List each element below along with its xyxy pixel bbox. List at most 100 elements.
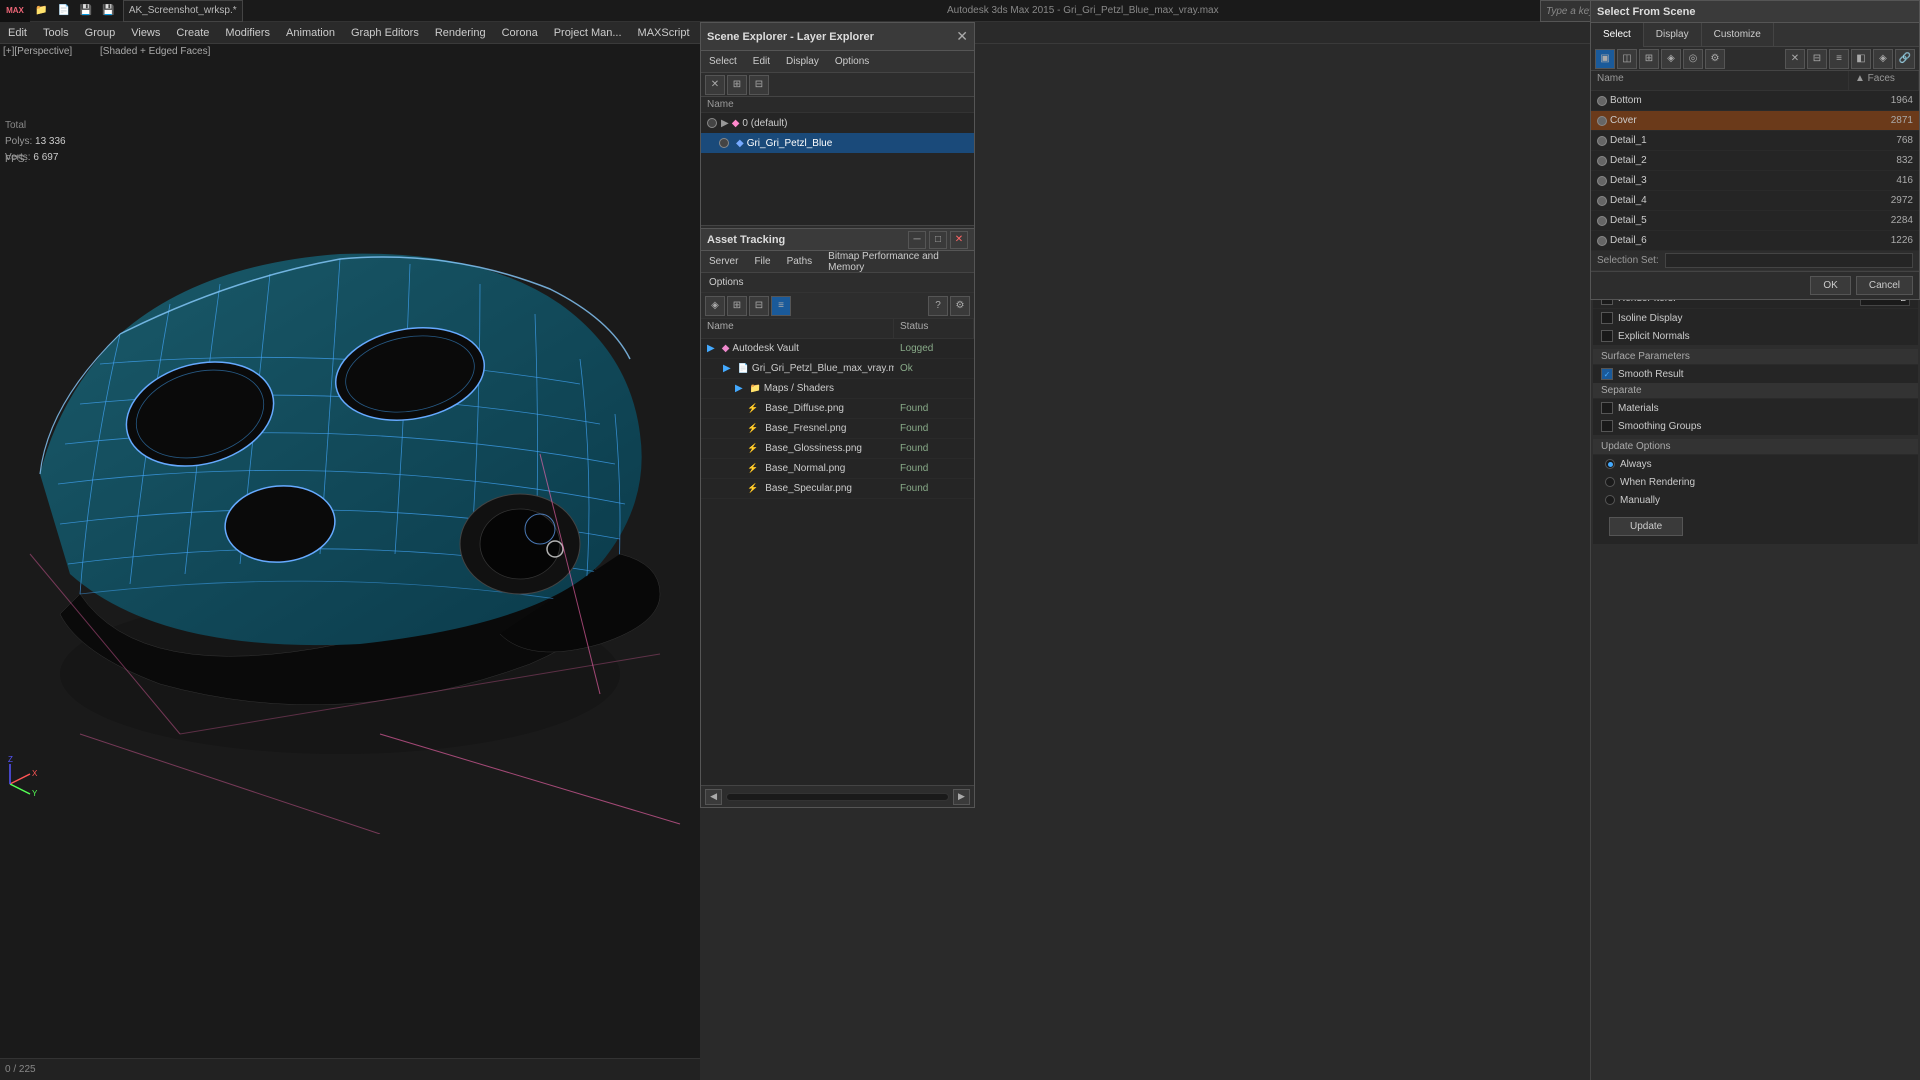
at-item-fresnel[interactable]: ⚡ Base_Fresnel.png Found bbox=[701, 419, 974, 439]
sfs-tab-display[interactable]: Display bbox=[1644, 23, 1702, 47]
se-menu-edit[interactable]: Edit bbox=[745, 51, 778, 73]
se-menu-select[interactable]: Select bbox=[701, 51, 745, 73]
se-tool-filter[interactable]: ✕ bbox=[705, 75, 725, 95]
at-item-vault[interactable]: ▶ ◆ Autodesk Vault Logged bbox=[701, 339, 974, 359]
toolbar-file-tab[interactable]: AK_Screenshot_wrksp.* bbox=[123, 0, 243, 22]
at-scrollbar[interactable] bbox=[726, 793, 949, 801]
at-item-diffuse-status: Found bbox=[894, 403, 974, 414]
sfs-item-detail1[interactable]: Detail_1 768 bbox=[1591, 131, 1919, 151]
menu-modifiers[interactable]: Modifiers bbox=[217, 22, 278, 44]
at-scroll-left[interactable]: ◀ bbox=[705, 789, 722, 805]
svg-text:Y: Y bbox=[32, 789, 38, 798]
sfs-tool-2[interactable]: ◫ bbox=[1617, 49, 1637, 69]
mod-manually-radio[interactable] bbox=[1605, 495, 1615, 505]
menu-edit[interactable]: Edit bbox=[0, 22, 35, 44]
sfs-tool-6[interactable]: ⚙ bbox=[1705, 49, 1725, 69]
toolbar-save-btn[interactable]: 💾 bbox=[97, 0, 119, 22]
sfs-search-btn[interactable]: ✕ bbox=[1785, 49, 1805, 69]
menu-maxscript[interactable]: MAXScript bbox=[630, 22, 698, 44]
sfs-pin-btn[interactable]: ◈ bbox=[1873, 49, 1893, 69]
se-object-grigri[interactable]: ◆ Gri_Gri_Petzl_Blue bbox=[701, 133, 974, 153]
sfs-collapse-btn[interactable]: ◧ bbox=[1851, 49, 1871, 69]
menu-graph-editors[interactable]: Graph Editors bbox=[343, 22, 427, 44]
at-options-label[interactable]: Options bbox=[709, 277, 743, 288]
menu-tools[interactable]: Tools bbox=[35, 22, 77, 44]
scene-explorer-close-btn[interactable]: ✕ bbox=[956, 28, 968, 45]
at-tool-help[interactable]: ? bbox=[928, 296, 948, 316]
sfs-item-detail4[interactable]: Detail_4 2972 bbox=[1591, 191, 1919, 211]
sfs-cancel-btn[interactable]: Cancel bbox=[1856, 276, 1913, 295]
sfs-item-bottom-dot bbox=[1597, 96, 1607, 106]
sfs-tab-select[interactable]: Select bbox=[1591, 23, 1644, 47]
menu-group[interactable]: Group bbox=[77, 22, 124, 44]
sfs-tab-customize[interactable]: Customize bbox=[1702, 23, 1774, 47]
at-item-maxfile-fileicon: 📄 bbox=[738, 363, 749, 374]
sfs-item-cover[interactable]: Cover 2871 bbox=[1591, 111, 1919, 131]
se-tool-expand[interactable]: ⊞ bbox=[727, 75, 747, 95]
at-tool-1[interactable]: ◈ bbox=[705, 296, 725, 316]
at-item-maps[interactable]: ▶ 📁 Maps / Shaders bbox=[701, 379, 974, 399]
mod-update-options-section: Update Options Always When Rendering Man… bbox=[1593, 439, 1918, 544]
se-layer-default[interactable]: ▶ ◆ 0 (default) bbox=[701, 113, 974, 133]
toolbar-open-btn[interactable]: 💾 bbox=[75, 0, 97, 22]
at-item-specular[interactable]: ⚡ Base_Specular.png Found bbox=[701, 479, 974, 499]
at-item-vault-marker: ◆ bbox=[722, 343, 730, 354]
sfs-tool-4[interactable]: ◈ bbox=[1661, 49, 1681, 69]
menu-project-man[interactable]: Project Man... bbox=[546, 22, 630, 44]
at-tool-2[interactable]: ⊞ bbox=[727, 296, 747, 316]
menu-corona[interactable]: Corona bbox=[494, 22, 546, 44]
at-menu-file[interactable]: File bbox=[746, 251, 778, 273]
at-tool-4[interactable]: ≡ bbox=[771, 296, 791, 316]
at-menu-paths[interactable]: Paths bbox=[779, 251, 821, 273]
at-item-fresnel-name: ⚡ Base_Fresnel.png bbox=[741, 423, 894, 434]
se-menu-options[interactable]: Options bbox=[827, 51, 877, 73]
at-maximize-btn[interactable]: □ bbox=[929, 231, 947, 249]
mod-smoothing-groups-checkbox[interactable] bbox=[1601, 420, 1613, 432]
se-tool-collapse[interactable]: ⊟ bbox=[749, 75, 769, 95]
mod-isoline-checkbox[interactable] bbox=[1601, 312, 1613, 324]
sfs-filter-btn[interactable]: ⊟ bbox=[1807, 49, 1827, 69]
mod-smooth-result-checkbox[interactable]: ✓ bbox=[1601, 368, 1613, 380]
menu-views[interactable]: Views bbox=[123, 22, 168, 44]
sfs-item-detail2[interactable]: Detail_2 832 bbox=[1591, 151, 1919, 171]
viewport-corner-label[interactable]: [+][Perspective] bbox=[3, 46, 72, 57]
sfs-tool-3[interactable]: ⊞ bbox=[1639, 49, 1659, 69]
mod-materials-checkbox[interactable] bbox=[1601, 402, 1613, 414]
sfs-selection-set-input[interactable] bbox=[1665, 253, 1913, 268]
sfs-item-bottom[interactable]: Bottom 1964 bbox=[1591, 91, 1919, 111]
sfs-tool-5[interactable]: ◎ bbox=[1683, 49, 1703, 69]
se-menu-display[interactable]: Display bbox=[778, 51, 827, 73]
mod-explicit-normals-checkbox[interactable] bbox=[1601, 330, 1613, 342]
at-close-btn[interactable]: ✕ bbox=[950, 231, 968, 249]
menu-rendering[interactable]: Rendering bbox=[427, 22, 494, 44]
sfs-item-detail1-count: 768 bbox=[1859, 135, 1919, 146]
mod-update-btn[interactable]: Update bbox=[1609, 517, 1683, 536]
mod-when-rendering-radio[interactable] bbox=[1605, 477, 1615, 487]
at-item-maxfile[interactable]: ▶ 📄 Gri_Gri_Petzl_Blue_max_vray.max Ok bbox=[701, 359, 974, 379]
at-tool-3[interactable]: ⊟ bbox=[749, 296, 769, 316]
sfs-item-cover-dot bbox=[1597, 116, 1607, 126]
at-menu-server[interactable]: Server bbox=[701, 251, 746, 273]
viewport-shading-label[interactable]: [Shaded + Edged Faces] bbox=[100, 46, 210, 57]
at-tool-settings[interactable]: ⚙ bbox=[950, 296, 970, 316]
at-item-glossiness[interactable]: ⚡ Base_Glossiness.png Found bbox=[701, 439, 974, 459]
sfs-item-detail3[interactable]: Detail_3 416 bbox=[1591, 171, 1919, 191]
at-item-normal[interactable]: ⚡ Base_Normal.png Found bbox=[701, 459, 974, 479]
at-minimize-btn[interactable]: ─ bbox=[908, 231, 926, 249]
mod-always-radio[interactable] bbox=[1605, 459, 1615, 469]
sfs-tool-1[interactable]: ▣ bbox=[1595, 49, 1615, 69]
sfs-link-btn[interactable]: 🔗 bbox=[1895, 49, 1915, 69]
at-item-normal-status: Found bbox=[894, 463, 974, 474]
sfs-item-detail5[interactable]: Detail_5 2284 bbox=[1591, 211, 1919, 231]
menu-animation[interactable]: Animation bbox=[278, 22, 343, 44]
sfs-item-detail6[interactable]: Detail_6 1226 bbox=[1591, 231, 1919, 251]
toolbar-file-btn[interactable]: 📁 bbox=[30, 0, 52, 22]
sfs-ok-btn[interactable]: OK bbox=[1810, 276, 1850, 295]
at-scroll-right[interactable]: ▶ bbox=[953, 789, 970, 805]
at-item-diffuse[interactable]: ⚡ Base_Diffuse.png Found bbox=[701, 399, 974, 419]
menu-create[interactable]: Create bbox=[168, 22, 217, 44]
at-menu-bitmap[interactable]: Bitmap Performance and Memory bbox=[820, 251, 974, 273]
toolbar-new-btn[interactable]: 📄 bbox=[52, 0, 74, 22]
at-item-maxfile-icon: ▶ bbox=[723, 363, 731, 374]
sfs-expand-btn[interactable]: ≡ bbox=[1829, 49, 1849, 69]
